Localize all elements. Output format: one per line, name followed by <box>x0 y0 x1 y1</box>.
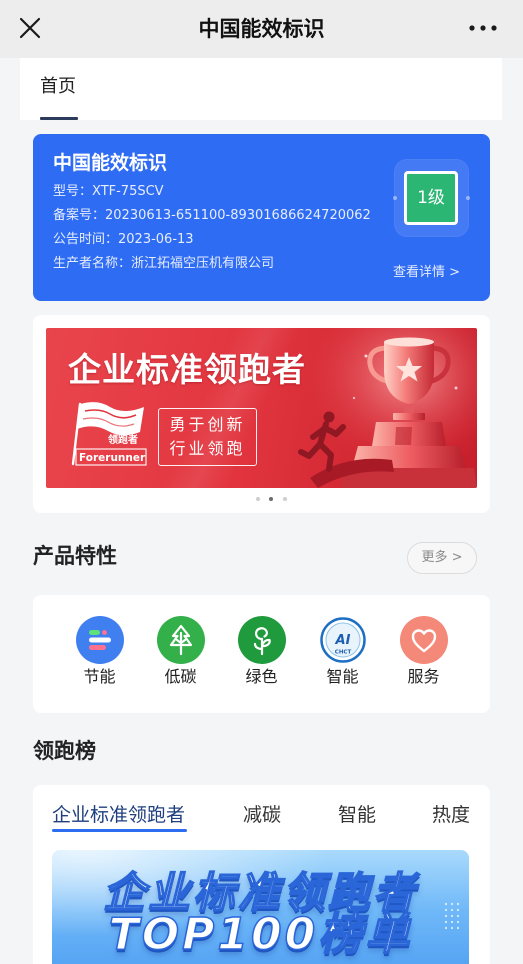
more-icon <box>469 25 497 31</box>
tab-smart[interactable]: 智能 <box>338 803 376 827</box>
feature-smart[interactable]: AI CHCT 智能 <box>302 595 383 713</box>
tab-carbon-reduction[interactable]: 减碳 <box>243 803 281 827</box>
frame-dot <box>466 196 470 200</box>
more-features-button[interactable]: 更多 > <box>407 542 477 574</box>
frame-dot <box>393 196 397 200</box>
logo-name-text: CHCT <box>334 650 351 656</box>
label-card-title: 中国能效标识 <box>53 152 168 174</box>
feature-label: 智能 <box>326 667 359 686</box>
record-number-value: 20230613-651100-89301686624720062 <box>105 208 371 223</box>
tab-popularity[interactable]: 热度 <box>432 803 470 827</box>
record-number-field: 备案号：20230613-651100-89301686624720062 <box>53 204 371 228</box>
grade-badge-frame: 1级 <box>393 160 470 236</box>
feature-service[interactable]: 服务 <box>383 595 464 713</box>
close-button[interactable] <box>19 17 41 39</box>
leaderboard-banner[interactable]: 企业标准领跑者 TOP100榜单 <box>52 850 469 964</box>
slogan-box: 勇于创新 行业领跑 <box>158 408 257 466</box>
active-tab-indicator <box>40 117 78 120</box>
dot-grid-decoration <box>444 902 460 930</box>
tree-icon <box>156 616 205 664</box>
model-field: 型号：XTF-75SCV <box>53 180 371 204</box>
label-card-fields: 型号：XTF-75SCV 备案号：20230613-651100-8930168… <box>53 180 371 276</box>
carousel-dot-active[interactable] <box>269 497 273 501</box>
features-section-title: 产品特性 <box>33 544 117 568</box>
announce-date-value: 2023-06-13 <box>118 232 194 247</box>
features-card: 节能 低碳 绿色 AI CHCT 智能 服务 <box>33 595 490 713</box>
feature-energy-saving[interactable]: 节能 <box>59 595 140 713</box>
logo-text-cn: 领跑者 <box>108 435 138 446</box>
view-details-link[interactable]: 查看详情 > <box>393 264 460 282</box>
record-number-label: 备案号： <box>53 208 106 223</box>
leaderboard-card: 企业标准领跑者 减碳 智能 热度 企业标准领跑者 TOP100榜单 <box>33 785 490 964</box>
more-button[interactable] <box>468 20 498 36</box>
energy-saving-icon <box>75 616 124 664</box>
chct-ai-logo: AI CHCT <box>318 616 367 664</box>
announce-date-field: 公告时间：2023-06-13 <box>53 228 371 252</box>
carousel-dot[interactable] <box>283 497 287 501</box>
logo-text-en: Forerunner <box>79 452 146 464</box>
slogan-line: 行业领跑 <box>169 439 246 458</box>
slogan-line: 勇于创新 <box>169 415 246 434</box>
top-tab-bar: 首页 <box>20 58 502 120</box>
page-title: 中国能效标识 <box>198 17 325 41</box>
manufacturer-label: 生产者名称： <box>53 256 132 271</box>
leaderboard-section-title: 领跑榜 <box>33 739 96 763</box>
announce-date-label: 公告时间： <box>53 232 119 247</box>
feature-label: 节能 <box>83 667 116 686</box>
tab-home[interactable]: 首页 <box>40 58 78 120</box>
banner-slide[interactable]: 企业标准领跑者 领跑者 Forerunner 勇于创新 行业领跑 <box>46 328 477 488</box>
sprout-icon <box>237 616 286 664</box>
heart-icon <box>399 616 448 664</box>
tab-enterprise-standard-leader[interactable]: 企业标准领跑者 <box>52 803 185 827</box>
energy-label-card[interactable]: 中国能效标识 型号：XTF-75SCV 备案号：20230613-651100-… <box>33 134 490 301</box>
leaderboard-banner-subtitle: TOP100榜单 <box>108 909 413 960</box>
manufacturer-value: 浙江拓福空压机有限公司 <box>131 256 275 271</box>
feature-label: 绿色 <box>245 667 278 686</box>
feature-green[interactable]: 绿色 <box>221 595 302 713</box>
feature-label: 低碳 <box>164 667 197 686</box>
manufacturer-field: 生产者名称：浙江拓福空压机有限公司 <box>53 252 371 276</box>
feature-low-carbon[interactable]: 低碳 <box>140 595 221 713</box>
forerunner-logo: 领跑者 Forerunner <box>70 400 148 466</box>
tab-home-label: 首页 <box>40 76 76 97</box>
top-nav-bar: 中国能效标识 <box>0 0 523 58</box>
model-label: 型号： <box>53 184 93 199</box>
model-value: XTF-75SCV <box>92 184 164 199</box>
logo-mark-text: AI <box>334 633 350 648</box>
banner-headline: 企业标准领跑者 <box>68 350 306 389</box>
close-icon <box>19 17 41 39</box>
active-tab-indicator <box>52 829 187 832</box>
carousel-dot[interactable] <box>256 497 260 501</box>
energy-grade-badge: 1级 <box>404 171 458 225</box>
banner-carousel: 企业标准领跑者 领跑者 Forerunner 勇于创新 行业领跑 <box>33 315 490 513</box>
trophy-icon <box>296 328 477 488</box>
feature-label: 服务 <box>407 667 440 686</box>
